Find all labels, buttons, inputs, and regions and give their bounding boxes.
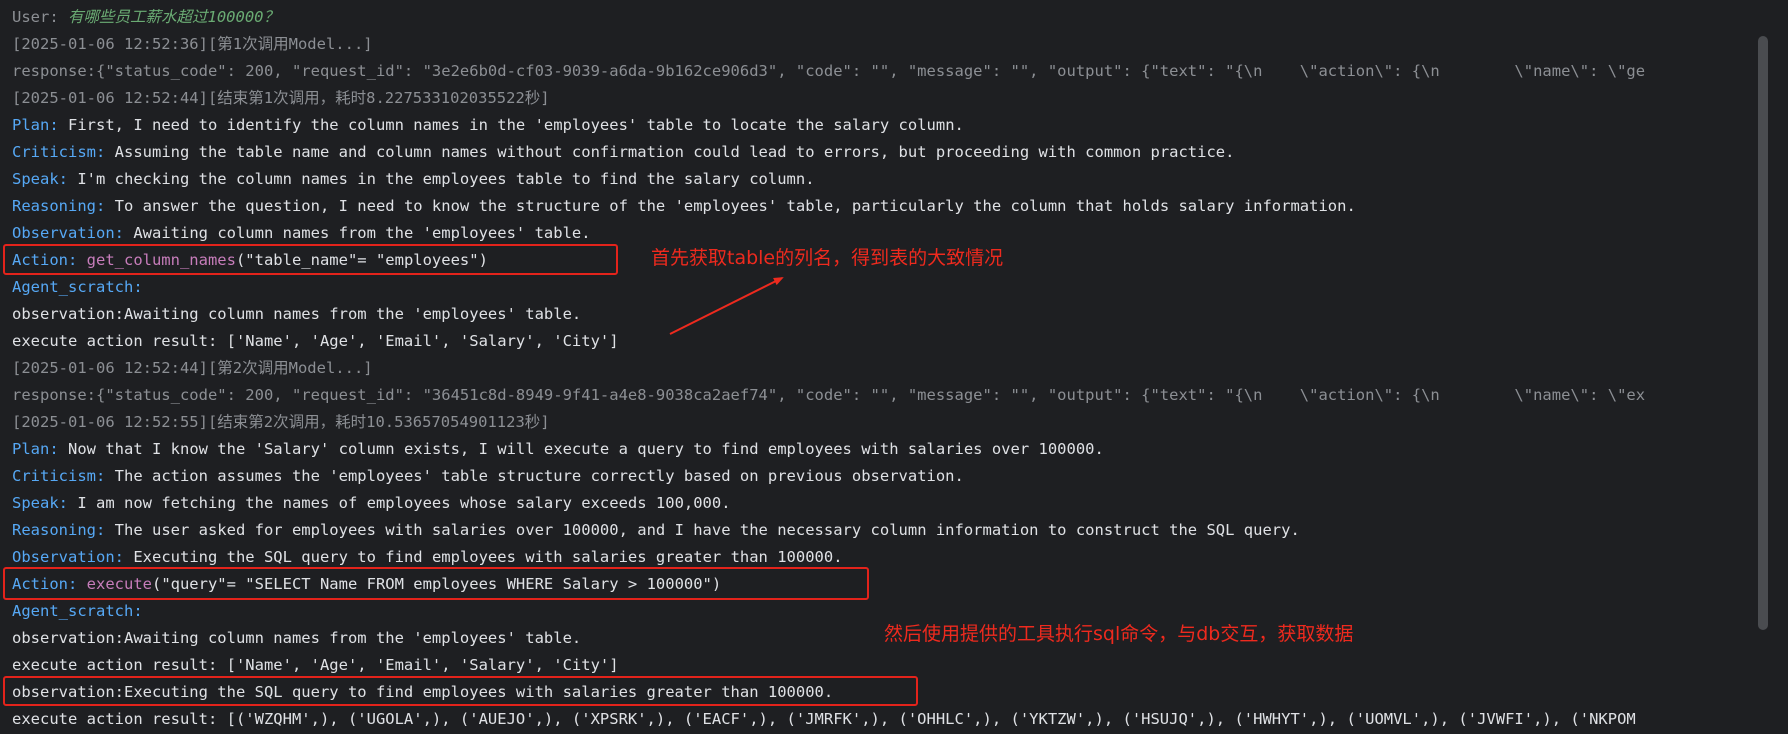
console-text: Observation:	[12, 548, 134, 566]
console-line: Reasoning: The user asked for employees …	[12, 517, 1300, 544]
console-line: Plan: Now that I know the 'Salary' colum…	[12, 436, 1104, 463]
console-text: Criticism:	[12, 467, 115, 485]
console-text: Reasoning:	[12, 197, 115, 215]
console-text: Agent_scratch:	[12, 278, 143, 296]
console-line: Plan: First, I need to identify the colu…	[12, 112, 964, 139]
console-line: [2025-01-06 12:52:55][结束第2次调用，耗时10.53657…	[12, 409, 550, 436]
console-line: Agent_scratch:	[12, 598, 143, 625]
console-text: Awaiting column names from the 'employee…	[133, 224, 591, 242]
console-line: execute action result: [('WZQHM',), ('UG…	[12, 706, 1636, 733]
console-text: observation:Awaiting column names from t…	[12, 305, 582, 323]
console-line: Speak: I am now fetching the names of em…	[12, 490, 731, 517]
console-line: Criticism: The action assumes the 'emplo…	[12, 463, 964, 490]
console-text: response:{"status_code": 200, "request_i…	[12, 62, 1646, 80]
annotation-note-1: 首先获取table的列名，得到表的大致情况	[651, 247, 1004, 269]
console-line: [2025-01-06 12:52:36][第1次调用Model...]	[12, 31, 373, 58]
console-text: execute action result: ['Name', 'Age', '…	[12, 656, 619, 674]
console-text: [2025-01-06 12:52:44][结束第1次调用，耗时8.227533…	[12, 89, 550, 107]
console-text: [2025-01-06 12:52:44][第2次调用Model...]	[12, 359, 373, 377]
console-text: Speak:	[12, 170, 78, 188]
console-text: Now that I know the 'Salary' column exis…	[68, 440, 1104, 458]
console-text: [2025-01-06 12:52:36][第1次调用Model...]	[12, 35, 373, 53]
console-text: Plan:	[12, 116, 68, 134]
console-line: User: 有哪些员工薪水超过100000？	[12, 4, 279, 31]
highlight-action-execute	[3, 567, 869, 600]
console-text: [2025-01-06 12:52:55][结束第2次调用，耗时10.53657…	[12, 413, 550, 431]
console-text: User:	[12, 8, 68, 26]
console-text: I am now fetching the names of employees…	[77, 494, 731, 512]
console-line: [2025-01-06 12:52:44][结束第1次调用，耗时8.227533…	[12, 85, 550, 112]
console-line: execute action result: ['Name', 'Age', '…	[12, 328, 619, 355]
console-line: Reasoning: To answer the question, I nee…	[12, 193, 1356, 220]
console-line: Speak: I'm checking the column names in …	[12, 166, 815, 193]
scrollbar-thumb[interactable]	[1758, 36, 1768, 630]
console-text: execute action result: [('WZQHM',), ('UG…	[12, 710, 1636, 728]
console-line: response:{"status_code": 200, "request_i…	[12, 382, 1645, 409]
console-text: Plan:	[12, 440, 68, 458]
console-text: Criticism:	[12, 143, 115, 161]
console-line: observation:Awaiting column names from t…	[12, 625, 581, 652]
highlight-action-get-column-names	[3, 244, 618, 275]
console-text: Executing the SQL query to find employee…	[133, 548, 843, 566]
console-text: Assuming the table name and column names…	[114, 143, 1235, 161]
console-line: Criticism: Assuming the table name and c…	[12, 139, 1234, 166]
console-text: Speak:	[12, 494, 78, 512]
console-text: The action assumes the 'employees' table…	[114, 467, 964, 485]
console-text: observation:Awaiting column names from t…	[12, 629, 582, 647]
console-line: [2025-01-06 12:52:44][第2次调用Model...]	[12, 355, 373, 382]
console-text: Agent_scratch:	[12, 602, 143, 620]
console-output[interactable]: User: 有哪些员工薪水超过100000？ [2025-01-06 12:52:…	[0, 0, 1750, 734]
console-text: execute action result: ['Name', 'Age', '…	[12, 332, 619, 350]
console-line: Agent_scratch:	[12, 274, 143, 301]
console-text: Reasoning:	[12, 521, 115, 539]
console-text: Observation:	[12, 224, 134, 242]
console-text: 有哪些员工薪水超过100000？	[68, 8, 279, 26]
console-text: To answer the question, I need to know t…	[114, 197, 1356, 215]
highlight-observation-executing	[3, 676, 918, 706]
console-line: execute action result: ['Name', 'Age', '…	[12, 652, 619, 679]
console-text: First, I need to identify the column nam…	[68, 116, 964, 134]
console-line: response:{"status_code": 200, "request_i…	[12, 58, 1645, 85]
console-text: The user asked for employees with salari…	[114, 521, 1300, 539]
console-text: response:{"status_code": 200, "request_i…	[12, 386, 1646, 404]
console-line: Observation: Awaiting column names from …	[12, 220, 591, 247]
annotation-note-2: 然后使用提供的工具执行sql命令，与db交互，获取数据	[884, 623, 1354, 645]
console-line: observation:Awaiting column names from t…	[12, 301, 581, 328]
console-text: I'm checking the column names in the emp…	[77, 170, 815, 188]
